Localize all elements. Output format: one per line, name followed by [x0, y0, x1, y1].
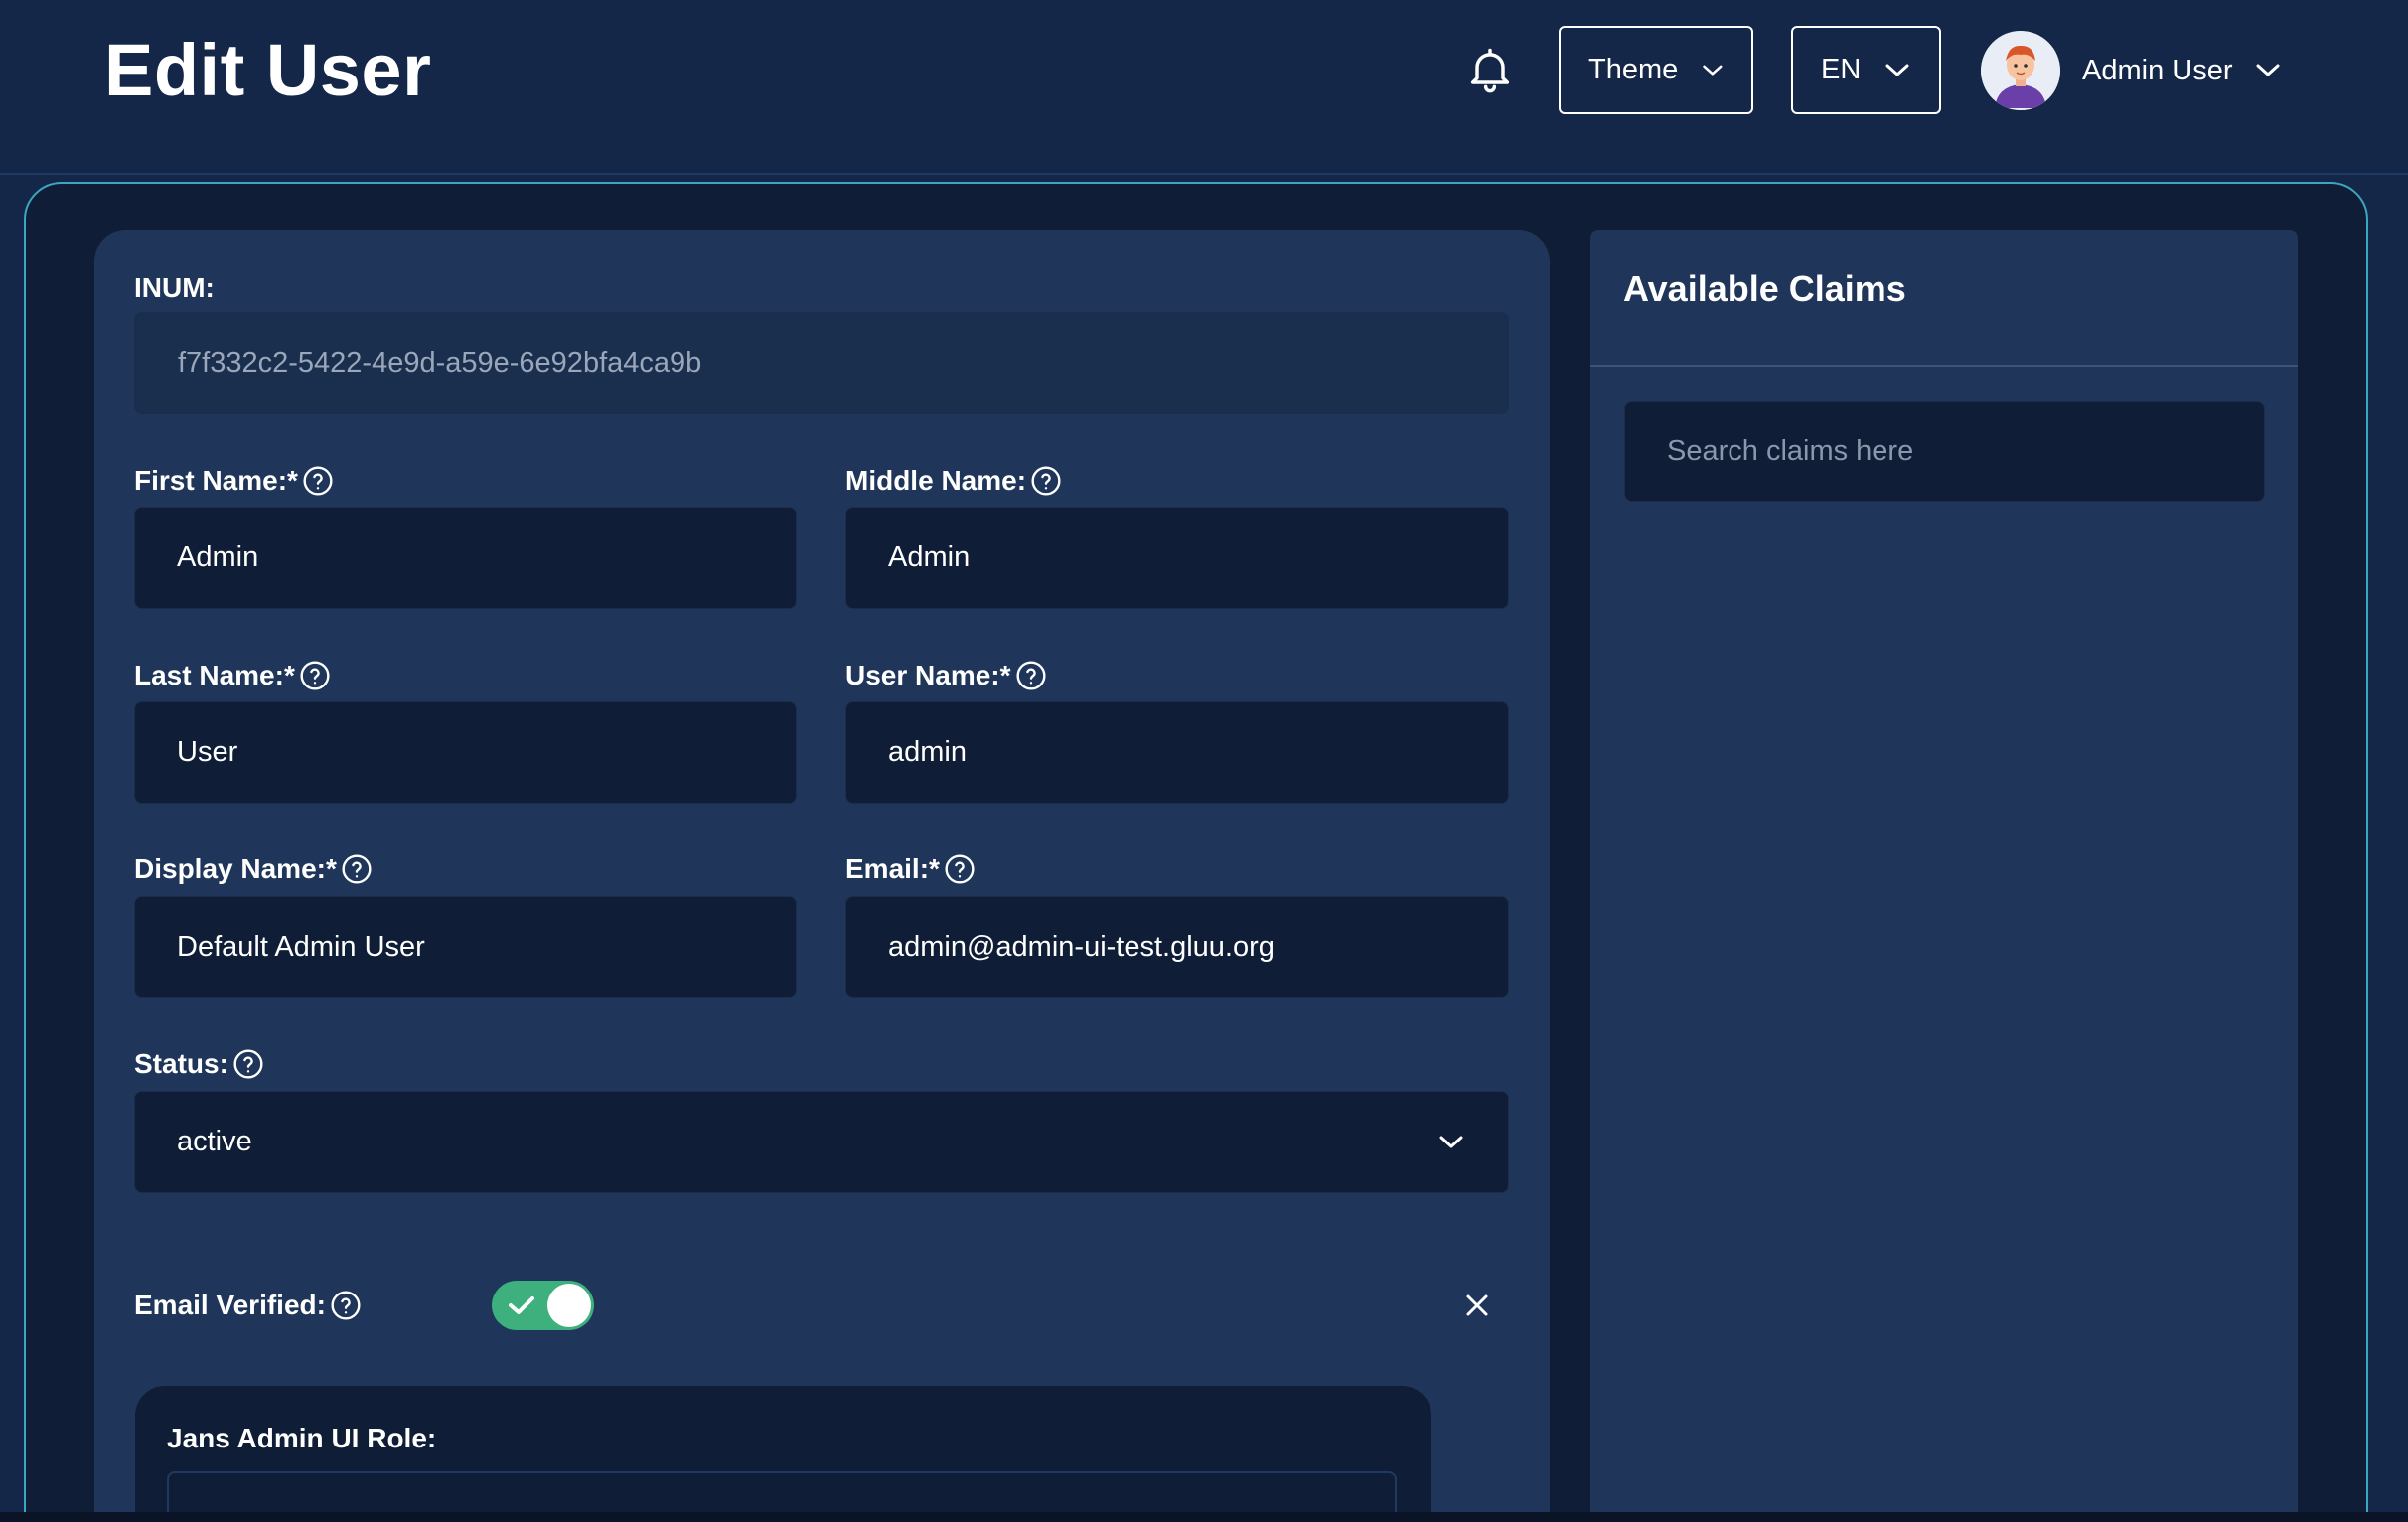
toggle-knob: [547, 1284, 591, 1327]
email-verified-label: Email Verified:: [134, 1290, 362, 1321]
first-name-label: First Name:*: [134, 465, 334, 497]
status-label-text: Status:: [134, 1048, 228, 1079]
chevron-down-icon: [1885, 64, 1909, 76]
email-label: Email:*: [845, 853, 976, 885]
email-label-text: Email:*: [845, 853, 940, 884]
chevron-down-icon: [1439, 1136, 1463, 1147]
first-name-input[interactable]: Admin: [134, 507, 797, 609]
bell-icon[interactable]: [1464, 44, 1516, 95]
last-name-input[interactable]: User: [134, 701, 797, 804]
theme-label: Theme: [1588, 54, 1679, 85]
help-circle-icon[interactable]: [341, 853, 373, 885]
close-icon[interactable]: [1462, 1291, 1492, 1320]
email-verified-label-text: Email Verified:: [134, 1290, 326, 1320]
claims-title: Available Claims: [1623, 268, 1906, 309]
help-circle-icon[interactable]: [330, 1290, 362, 1321]
help-circle-icon[interactable]: [944, 853, 976, 885]
user-name-label: Admin User: [2082, 54, 2233, 86]
status-value: active: [177, 1126, 252, 1157]
inum-field: f7f332c2-5422-4e9d-a59e-6e92bfa4ca9b: [134, 312, 1509, 414]
check-icon: [509, 1296, 534, 1314]
inum-label: INUM:: [134, 272, 215, 304]
last-name-label: Last Name:*: [134, 660, 331, 691]
user-name-input[interactable]: admin: [845, 701, 1509, 804]
language-label: EN: [1821, 54, 1862, 85]
status-select[interactable]: active: [134, 1091, 1509, 1193]
user-menu[interactable]: Admin User: [1981, 30, 2281, 111]
middle-name-label-text: Middle Name:: [845, 465, 1027, 496]
claims-search-input[interactable]: Search claims here: [1624, 401, 2265, 502]
middle-name-input[interactable]: Admin: [845, 507, 1509, 609]
display-name-input[interactable]: Default Admin User: [134, 896, 797, 998]
display-name-label-text: Display Name:*: [134, 853, 337, 884]
role-label: Jans Admin UI Role:: [167, 1423, 437, 1453]
chevron-down-icon: [1703, 65, 1723, 76]
claims-divider: [1590, 365, 2298, 367]
theme-dropdown-button[interactable]: Theme: [1559, 26, 1753, 114]
middle-name-label: Middle Name:: [845, 465, 1062, 497]
help-circle-icon[interactable]: [1015, 660, 1047, 691]
help-circle-icon[interactable]: [232, 1048, 264, 1080]
display-name-label: Display Name:*: [134, 853, 373, 885]
help-circle-icon[interactable]: [299, 660, 331, 691]
chevron-down-icon: [2256, 64, 2279, 76]
avatar: [1981, 31, 2060, 110]
help-circle-icon[interactable]: [302, 465, 334, 497]
language-dropdown-button[interactable]: EN: [1791, 26, 1941, 114]
last-name-label-text: Last Name:*: [134, 660, 295, 690]
status-label: Status:: [134, 1048, 264, 1080]
email-input[interactable]: admin@admin-ui-test.gluu.org: [845, 896, 1509, 998]
help-circle-icon[interactable]: [1030, 465, 1062, 497]
user-name-label-text: User Name:*: [845, 660, 1011, 690]
bottom-bar: [0, 1512, 2408, 1522]
inum-label-text: INUM:: [134, 272, 215, 303]
page-title: Edit User: [104, 29, 432, 111]
top-header: Edit User Theme EN Admin User: [0, 0, 2408, 175]
user-name-label: User Name:*: [845, 660, 1047, 691]
email-verified-toggle[interactable]: [492, 1281, 594, 1330]
first-name-label-text: First Name:*: [134, 465, 298, 496]
